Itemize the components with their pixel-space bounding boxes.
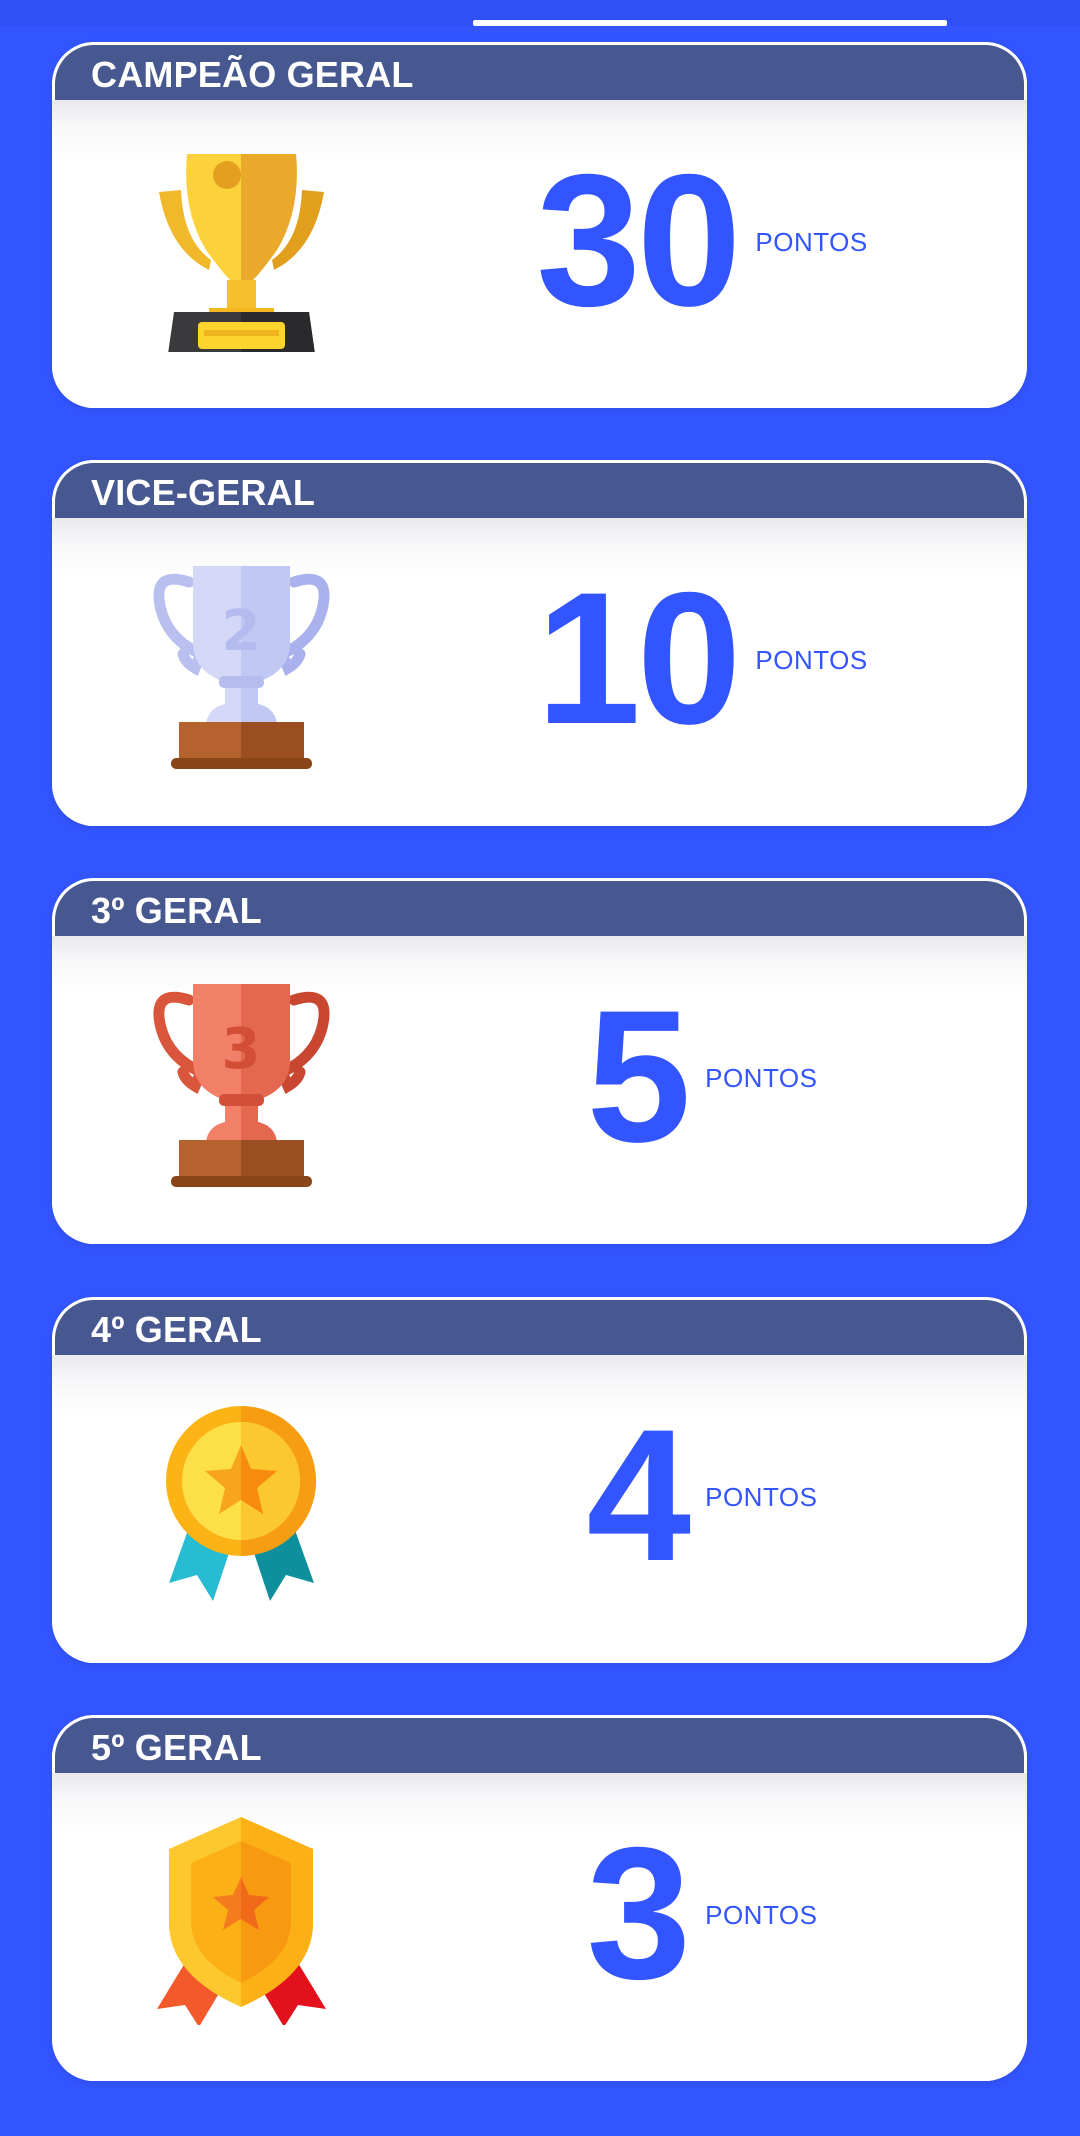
- points-value: 3: [586, 1808, 692, 2018]
- card-header: 4º GERAL: [52, 1297, 1027, 1355]
- score: 10 PONTOS: [472, 548, 932, 768]
- points-value: 5: [586, 971, 692, 1181]
- score: 30 PONTOS: [472, 130, 932, 350]
- points-label: PONTOS: [705, 1899, 818, 1930]
- card-header: VICE-GERAL: [52, 460, 1027, 518]
- card-body: 2 10 PONTOS: [52, 518, 1027, 826]
- card-body: 3 5 PONTOS: [52, 936, 1027, 1244]
- card-title: CAMPEÃO GERAL: [91, 54, 414, 95]
- award-card-vice[interactable]: VICE-GERAL 2 10 PONTOS: [52, 460, 1027, 826]
- score: 5 PONTOS: [472, 966, 932, 1186]
- score: 4 PONTOS: [472, 1385, 932, 1605]
- score: 3 PONTOS: [472, 1803, 932, 2023]
- card-body: 30 PONTOS: [52, 100, 1027, 408]
- card-title: 4º GERAL: [91, 1309, 262, 1350]
- points-label: PONTOS: [705, 1481, 818, 1512]
- card-header: 3º GERAL: [52, 878, 1027, 936]
- bronze-trophy-3-icon: 3: [139, 976, 344, 1188]
- points-label: PONTOS: [755, 226, 868, 257]
- card-body: 4 PONTOS: [52, 1355, 1027, 1663]
- card-title: VICE-GERAL: [91, 472, 316, 513]
- silver-trophy-2-icon: 2: [139, 558, 344, 770]
- award-card-third[interactable]: 3º GERAL 3 5 PONTOS: [52, 878, 1027, 1244]
- star-medal-icon: [139, 1395, 344, 1607]
- points-label: PONTOS: [755, 644, 868, 675]
- svg-text:3: 3: [222, 1017, 261, 1082]
- points-value: 30: [536, 135, 741, 345]
- active-tab-indicator: [473, 20, 947, 26]
- card-body: 3 PONTOS: [52, 1773, 1027, 2081]
- points-value: 10: [536, 553, 741, 763]
- award-card-champion[interactable]: CAMPEÃO GERAL 30 PONTOS: [52, 42, 1027, 408]
- shield-badge-icon: [139, 1813, 344, 2025]
- award-card-fourth[interactable]: 4º GERAL 4 PONTOS: [52, 1297, 1027, 1663]
- card-title: 5º GERAL: [91, 1727, 262, 1768]
- card-header: CAMPEÃO GERAL: [52, 42, 1027, 100]
- top-tab-bar: [0, 0, 1080, 26]
- card-header: 5º GERAL: [52, 1715, 1027, 1773]
- award-card-fifth[interactable]: 5º GERAL 3 PONTOS: [52, 1715, 1027, 2081]
- gold-trophy-icon: [139, 140, 344, 352]
- points-label: PONTOS: [705, 1062, 818, 1093]
- svg-text:2: 2: [222, 599, 261, 664]
- card-title: 3º GERAL: [91, 890, 262, 931]
- points-value: 4: [586, 1390, 692, 1600]
